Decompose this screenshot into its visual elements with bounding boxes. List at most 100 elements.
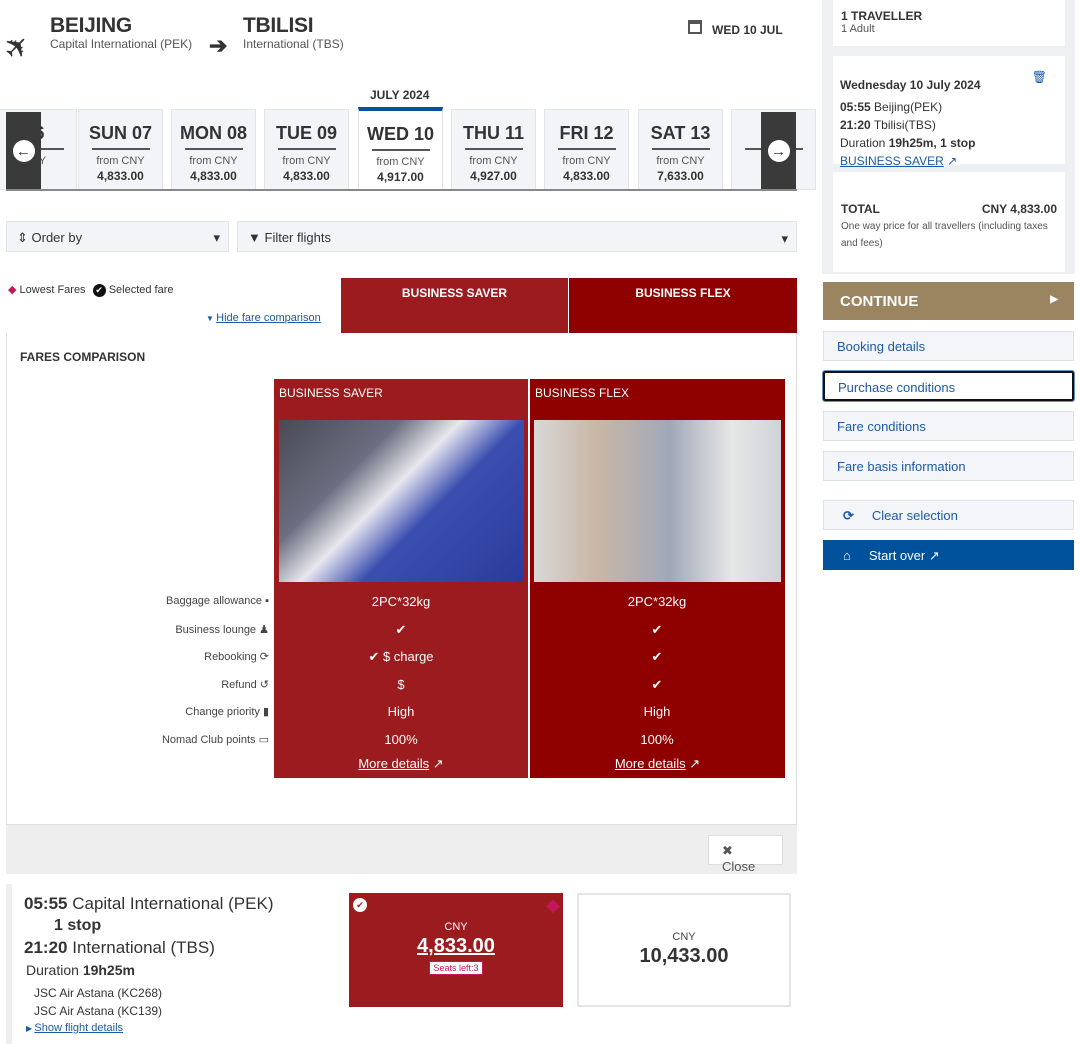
date-option[interactable]: SAT 13 from CNY 7,633.00 <box>638 109 723 190</box>
caret-right-icon: ▶ <box>1050 294 1058 305</box>
feature-label: Refund <box>221 678 257 691</box>
show-flight-details-link[interactable]: Show flight details <box>34 1022 123 1034</box>
from-label: from CNY <box>189 155 238 167</box>
date-option[interactable]: FRI 12 from CNY 4,833.00 <box>544 109 629 190</box>
feature-label: Nomad Club points <box>161 733 256 746</box>
arrow-right-circle-icon: → <box>767 140 790 162</box>
external-link-icon: ↗ <box>689 756 701 771</box>
flex-value: ✔ <box>651 621 663 637</box>
comparison-row: Refund ↺ $ ✔ <box>0 671 797 698</box>
saver-value: High <box>387 704 415 719</box>
external-link-icon: ↗ <box>928 548 940 563</box>
filter-icon: ▼ <box>248 230 261 245</box>
date-price: 4,917.00 <box>377 170 424 184</box>
close-button[interactable]: ✖ Close <box>708 835 783 874</box>
date-label: MON 08 <box>179 123 248 143</box>
tag-icon: ◆ <box>8 284 17 296</box>
carrier: JSC Air Astana (KC139) <box>34 1004 163 1018</box>
summary-arr: Tbilisi(TBS) <box>873 118 936 132</box>
date-price: 7,633.00 <box>657 169 704 183</box>
continue-button[interactable]: CONTINUE ▶ <box>823 282 1074 320</box>
close-icon: ✖ <box>722 843 733 858</box>
from-label: from CNY <box>469 155 518 167</box>
currency: CNY <box>672 931 696 943</box>
date-option[interactable]: WED 10 from CNY 4,917.00 <box>358 107 443 190</box>
from-label: from CNY <box>376 156 425 168</box>
start-over-button[interactable]: ⌂ Start over ↗ <box>823 540 1074 570</box>
next-dates-button[interactable]: → <box>761 112 796 190</box>
check-circle-icon: ✔ <box>353 898 367 912</box>
hide-fare-comparison-link[interactable]: Hide fare comparison <box>216 312 321 324</box>
saver-value: $ <box>397 676 405 692</box>
filter-flights-select[interactable]: ▼ Filter flights ▾ <box>237 221 797 252</box>
origin-airport: Capital International (PEK) <box>50 37 193 51</box>
flex-value: ✔ <box>651 649 663 664</box>
tab-business-saver[interactable]: BUSINESS SAVER <box>341 278 568 333</box>
saver-value: 2PC*32kg <box>371 594 431 609</box>
summary-date: Wednesday 10 July 2024 <box>840 78 981 92</box>
date-price: 4,833.00 <box>283 169 330 183</box>
caret-down-icon: ▾ <box>213 230 220 245</box>
selected-fare-label: Selected fare <box>108 284 174 296</box>
saver-value: ✔ <box>395 621 407 637</box>
arrival-time: 21:20 <box>24 938 68 957</box>
card-icon: ▭ <box>258 733 269 746</box>
caret-down-icon: ▼ <box>206 314 217 323</box>
date-price: 4,833.00 <box>563 169 610 183</box>
date-price: 4,833.00 <box>190 169 237 183</box>
summary-duration: 19h25m, 1 stop <box>888 136 976 150</box>
from-label: from CNY <box>96 155 145 167</box>
comparison-row: Rebooking ⟳ ✔ $ charge ✔ <box>0 643 797 670</box>
external-link-icon: ↗ <box>947 154 958 168</box>
date-label: WED 10 <box>366 124 435 144</box>
flex-value: ✔ <box>651 676 663 692</box>
booking-details-button[interactable]: Booking details <box>823 331 1074 361</box>
clear-selection-button[interactable]: ⟳ Clear selection <box>823 500 1074 530</box>
saver-column-title: BUSINESS SAVER <box>279 386 383 400</box>
date-option[interactable]: THU 11 from CNY 4,927.00 <box>451 109 536 190</box>
saver-fare-option[interactable]: ✔ ◆ CNY 4,833.00 Seats left:3 <box>349 893 563 1007</box>
summary-fare-link[interactable]: BUSINESS SAVER <box>840 154 944 168</box>
plane-icon: ✈ <box>0 26 39 69</box>
date-option[interactable]: SUN 07 from CNY 4,833.00 <box>78 109 163 190</box>
flex-fare-option[interactable]: CNY 10,433.00 <box>577 893 791 1007</box>
flex-column-title: BUSINESS FLEX <box>535 386 630 400</box>
comparison-row: Baggage allowance ▪ 2PC*32kg 2PC*32kg <box>0 588 797 615</box>
tag-icon: ◆ <box>546 895 560 915</box>
flex-more-details-link[interactable]: More details <box>615 756 686 771</box>
departure-airport: Capital International (PEK) <box>72 894 274 913</box>
saver-more-details-link[interactable]: More details <box>358 756 429 771</box>
tab-business-flex[interactable]: BUSINESS FLEX <box>569 278 797 333</box>
duration-label: Duration <box>26 962 79 978</box>
adults-count: 1 Adult <box>841 23 875 35</box>
dest-airport: International (TBS) <box>243 37 344 51</box>
from-label: from CNY <box>656 155 705 167</box>
summary-dep: Beijing(PEK) <box>874 100 943 114</box>
undo-icon: ↺ <box>259 678 269 691</box>
order-by-select[interactable]: ⇕ Order by ▾ <box>6 221 229 252</box>
total-label: TOTAL <box>841 202 880 216</box>
fares-comparison-title: FARES COMPARISON <box>20 350 146 364</box>
date-option[interactable]: MON 08 from CNY 4,833.00 <box>171 109 256 190</box>
fare-conditions-button[interactable]: Fare conditions <box>823 411 1074 441</box>
duration: 19h25m <box>82 962 135 978</box>
fare-basis-information-button[interactable]: Fare basis information <box>823 451 1074 481</box>
date-option[interactable]: TUE 09 from CNY 4,833.00 <box>264 109 349 190</box>
travel-date: WED 10 JUL <box>712 23 783 37</box>
sort-icon: ⇕ <box>17 230 32 245</box>
date-label: TUE 09 <box>275 123 338 143</box>
priority-icon: ▮ <box>262 706 269 718</box>
prev-dates-button[interactable]: ← <box>6 112 41 190</box>
feature-label: Baggage allowance <box>166 595 263 607</box>
flex-value: High <box>643 704 671 719</box>
flex-value: 2PC*32kg <box>627 594 687 609</box>
purchase-conditions-button[interactable]: Purchase conditions <box>822 370 1075 402</box>
trash-icon[interactable]: 🗑 <box>1032 68 1047 86</box>
home-icon: ⌂ <box>843 548 851 563</box>
comparison-row: Nomad Club points ▭ 100% 100% <box>0 726 797 753</box>
dest-city: TBILISI <box>243 14 314 37</box>
feature-label: Rebooking <box>204 651 257 663</box>
comparison-row: Business lounge ♟ ✔ ✔ <box>0 616 797 643</box>
business-saver-seat-image <box>279 420 524 582</box>
total-price: CNY 4,833.00 <box>981 202 1057 216</box>
